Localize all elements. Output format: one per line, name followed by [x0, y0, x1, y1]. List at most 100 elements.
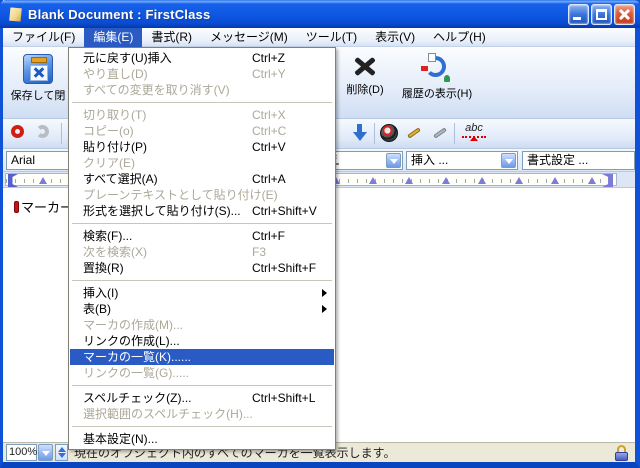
right-indent-marker[interactable] [602, 174, 613, 187]
menu-item-spellcheck[interactable]: スペルチェック(Z)...Ctrl+Shift+L [70, 390, 334, 406]
history-icon [422, 54, 452, 82]
menu-item-shortcut: Ctrl+C [252, 123, 286, 139]
menu-item-shortcut: Ctrl+F [252, 228, 285, 244]
tab-marker[interactable] [551, 177, 559, 184]
left-indent-marker[interactable] [8, 174, 18, 187]
save-close-icon [23, 54, 53, 84]
menu-item-find-next: 次を検索(X)F3 [70, 244, 334, 260]
eyedropper-disabled-icon [430, 124, 450, 143]
menu-item-label: マーカの一覧(K)...... [83, 350, 191, 364]
menu-item-label: 基本設定(N)... [83, 432, 158, 446]
menu-item-find[interactable]: 検索(F)... Ctrl+F [70, 228, 334, 244]
menu-separator [72, 280, 332, 281]
menu-item-create-link[interactable]: リンクの作成(L)... [70, 333, 334, 349]
menu-item-paste-special[interactable]: 形式を選択して貼り付け(S)...Ctrl+Shift+V [70, 203, 334, 219]
menu-file[interactable]: ファイル(F) [3, 28, 84, 47]
menu-item-paste[interactable]: 貼り付け(P)Ctrl+V [70, 139, 334, 155]
close-button[interactable] [614, 4, 635, 25]
menu-item-label: 選択範囲のスペルチェック(H)... [83, 407, 253, 421]
save-close-button[interactable]: 保存して閉 [7, 54, 69, 103]
tab-marker[interactable] [39, 177, 47, 184]
target-icon[interactable] [380, 124, 398, 142]
menu-format[interactable]: 書式(R) [142, 28, 201, 47]
menu-item-label: リンクの作成(L)... [83, 334, 180, 348]
menu-help[interactable]: ヘルプ(H) [424, 28, 495, 47]
tab-marker[interactable] [405, 177, 413, 184]
menu-tools[interactable]: ツール(T) [297, 28, 366, 47]
spinner-up-icon[interactable] [58, 447, 66, 452]
delete-x-icon [352, 54, 378, 78]
menu-item-clear: クリア(E) [70, 155, 334, 171]
menu-item-shortcut: Ctrl+Shift+L [252, 390, 315, 406]
lock-icon [615, 445, 629, 461]
eyedropper-icon[interactable] [404, 124, 424, 143]
minimize-icon [573, 17, 581, 20]
menu-item-label: 貼り付け(P) [83, 140, 147, 154]
menu-message[interactable]: メッセージ(M) [201, 28, 297, 47]
menu-item-marker-list[interactable]: マーカの一覧(K)...... [70, 349, 334, 365]
zoom-spinner[interactable] [55, 444, 68, 461]
menu-item-label: コピー(o) [83, 124, 134, 138]
tab-marker[interactable] [588, 177, 596, 184]
menu-item-label: 検索(F)... [83, 229, 132, 243]
titlebar[interactable]: Blank Document : FirstClass [0, 0, 640, 28]
toolbar-separator [374, 123, 375, 144]
maximize-button[interactable] [591, 4, 612, 25]
menu-item-undo-all: すべての変更を取り消す(V) [70, 82, 334, 98]
menu-item-select-all[interactable]: すべて選択(A)Ctrl+A [70, 171, 334, 187]
menu-item-shortcut: Ctrl+Shift+V [252, 203, 317, 219]
menu-item-label: クリア(E) [83, 156, 135, 170]
window-title: Blank Document : FirstClass [28, 7, 210, 22]
menu-item-label: リンクの一覧(G)..... [83, 366, 189, 380]
tab-marker[interactable] [478, 177, 486, 184]
menu-edit[interactable]: 編集(E) [84, 28, 142, 47]
history-label: 履歴の表示(H) [395, 85, 479, 101]
zoom-level-field[interactable]: 100% [6, 444, 37, 461]
menu-item-link-list: リンクの一覧(G)..... [70, 365, 334, 381]
menu-item-shortcut: Ctrl+A [252, 171, 286, 187]
application-window: Blank Document : FirstClass ファイル(F) 編集(E… [0, 0, 640, 468]
menu-item-cut: 切り取り(T)Ctrl+X [70, 107, 334, 123]
delete-button[interactable]: 削除(D) [335, 54, 395, 97]
undo-icon[interactable] [11, 125, 24, 138]
format-settings-field[interactable]: 書式設定 ... [522, 151, 635, 170]
save-close-label: 保存して閉 [7, 87, 69, 103]
history-button[interactable]: 履歴の表示(H) [395, 54, 479, 101]
menu-item-label: 元に戻す(U)挿入 [83, 51, 172, 65]
menu-item-shortcut: F3 [252, 244, 266, 260]
menu-item-redo: やり直し(D)Ctrl+Y [70, 66, 334, 82]
menu-item-undo[interactable]: 元に戻す(U)挿入Ctrl+Z [70, 50, 334, 66]
menu-view[interactable]: 表示(V) [366, 28, 424, 47]
menu-item-label: やり直し(D) [83, 67, 148, 81]
insert-select[interactable]: 挿入 ... [406, 151, 518, 170]
chevron-down-icon[interactable] [386, 153, 401, 168]
menu-item-shortcut: Ctrl+X [252, 107, 286, 123]
menu-item-replace[interactable]: 置換(R)Ctrl+Shift+F [70, 260, 334, 276]
format-settings-value: 書式設定 ... [527, 153, 588, 167]
menu-item-label: すべての変更を取り消す(V) [83, 83, 230, 97]
menu-item-table[interactable]: 表(B) [70, 301, 334, 317]
spellcheck-icon-text: abc [462, 123, 486, 134]
minimize-button[interactable] [568, 4, 589, 25]
zoom-dropdown-button[interactable] [38, 444, 53, 461]
redo-icon[interactable] [36, 125, 49, 138]
marker-icon[interactable] [14, 201, 19, 213]
insert-value: 挿入 ... [411, 153, 448, 167]
menu-separator [72, 385, 332, 386]
menu-item-insert[interactable]: 挿入(I) [70, 285, 334, 301]
chevron-down-icon[interactable] [501, 153, 516, 168]
toolbar-separator [454, 123, 455, 144]
menu-item-label: 挿入(I) [83, 286, 118, 300]
tab-marker[interactable] [442, 177, 450, 184]
menu-item-label: 表(B) [83, 302, 111, 316]
spellcheck-icon[interactable]: abc [462, 123, 486, 143]
spinner-down-icon[interactable] [58, 453, 66, 458]
tab-marker[interactable] [369, 177, 377, 184]
font-value: Arial [11, 153, 35, 167]
delete-label: 削除(D) [335, 81, 395, 97]
menu-item-create-marker: マーカの作成(M)... [70, 317, 334, 333]
tab-marker[interactable] [515, 177, 523, 184]
menu-separator [72, 102, 332, 103]
submenu-arrow-icon [322, 289, 327, 297]
menu-item-preferences[interactable]: 基本設定(N)... [70, 431, 334, 447]
